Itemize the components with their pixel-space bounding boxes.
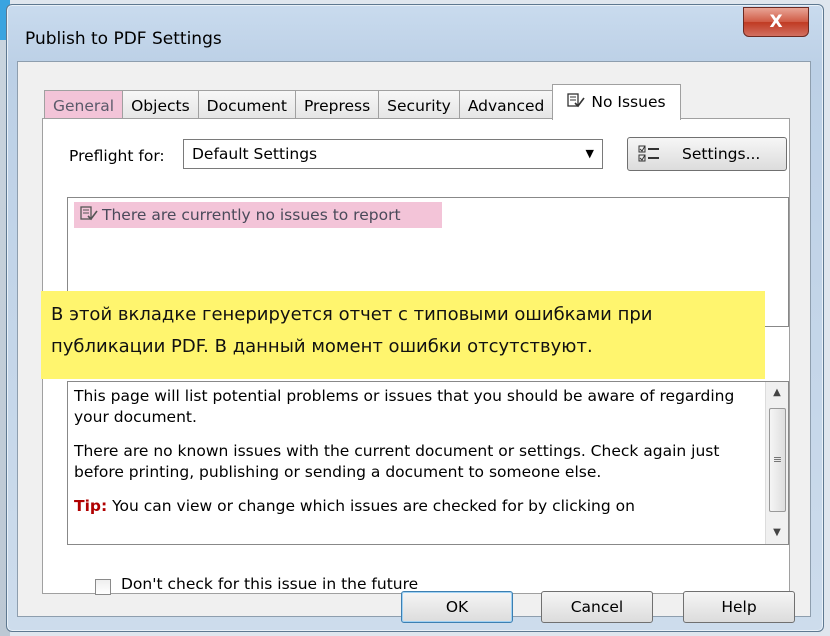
- description-paragraph: There are no known issues with the curre…: [74, 442, 720, 481]
- dont-check-label[interactable]: Don't check for this issue in the future: [121, 575, 418, 593]
- tab-general[interactable]: General: [44, 90, 124, 120]
- tab-advanced[interactable]: Advanced: [458, 90, 554, 120]
- window-title: Publish to PDF Settings: [25, 29, 222, 49]
- close-icon: X: [769, 12, 783, 32]
- dialog-client-area: General Objects Document Prepress Securi…: [17, 61, 811, 617]
- preflight-icon: [80, 206, 98, 221]
- description-paragraph: This page will list potential problems o…: [74, 387, 735, 426]
- ok-button[interactable]: OK: [401, 591, 513, 623]
- tab-security[interactable]: Security: [378, 90, 460, 120]
- tab-no-issues-label: No Issues: [591, 93, 666, 111]
- close-button[interactable]: X: [743, 7, 809, 37]
- preflight-dropdown[interactable]: Default Settings ▼: [183, 139, 603, 169]
- settings-button[interactable]: Settings...: [627, 137, 787, 171]
- tab-strip: General Objects Document Prepress Securi…: [44, 84, 681, 120]
- tab-objects[interactable]: Objects: [122, 90, 199, 120]
- annotation-note: В этой вкладке генерируется отчет с типо…: [41, 291, 765, 379]
- tab-document[interactable]: Document: [197, 90, 296, 120]
- description-text: This page will list potential problems o…: [74, 386, 754, 530]
- preflight-label-text: Preflight for:: [69, 147, 165, 165]
- vertical-scrollbar[interactable]: ▲ ≡ ▼: [765, 382, 788, 544]
- dialog-window: Publish to PDF Settings X General Object…: [6, 4, 824, 632]
- preflight-selected-value: Default Settings: [192, 145, 318, 163]
- issue-description-box[interactable]: This page will list potential problems o…: [67, 381, 789, 545]
- tip-paragraph: Tip: You can view or change which issues…: [74, 496, 754, 517]
- preflight-label: Preflight for:: [69, 147, 165, 165]
- tip-label: Tip:: [74, 497, 108, 515]
- dropdown-arrow-icon: ▼: [585, 147, 594, 160]
- dont-check-checkbox[interactable]: [95, 579, 111, 595]
- tab-prepress[interactable]: Prepress: [294, 90, 380, 120]
- no-issues-message: There are currently no issues to report: [74, 202, 442, 228]
- preflight-icon: [567, 93, 586, 108]
- cancel-button[interactable]: Cancel: [541, 591, 653, 623]
- tip-text: You can view or change which issues are …: [107, 497, 635, 515]
- scroll-down-icon[interactable]: ▼: [766, 522, 788, 544]
- settings-button-label: Settings...: [682, 145, 761, 163]
- help-button[interactable]: Help: [683, 591, 795, 623]
- checklist-icon: [638, 145, 659, 162]
- no-issues-text: There are currently no issues to report: [102, 206, 401, 224]
- tab-no-issues[interactable]: No Issues: [552, 84, 681, 120]
- scrollbar-thumb[interactable]: ≡: [769, 408, 786, 512]
- tab-panel: Preflight for: Default Settings ▼ Settin…: [41, 118, 790, 595]
- scroll-up-icon[interactable]: ▲: [766, 382, 788, 404]
